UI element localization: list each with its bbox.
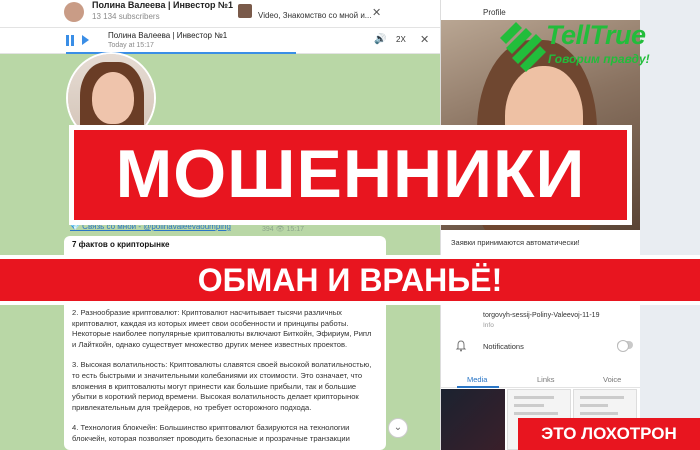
channel-header[interactable]: Полина Валеева | Инвестор №1 13 134 subs… (0, 0, 440, 28)
post-paragraph: 4. Технология блокчейн: Большинство крип… (72, 423, 350, 443)
media-thumbnail[interactable] (441, 389, 505, 450)
avatar[interactable] (64, 2, 84, 22)
message-time: 15:17 (286, 226, 305, 233)
telltrue-logo: TellTrue Говорим правду! (496, 18, 686, 74)
player-time: Today at 15:17 (108, 42, 154, 49)
view-count: 394 (262, 226, 274, 233)
fraud-corner-banner: ЭТО ЛОХОТРОН (518, 418, 700, 450)
pinned-video-text[interactable]: Video, Знакомство со мной и... (258, 11, 371, 20)
scam-banner: МОШЕННИКИ (69, 125, 632, 225)
channel-panel: Полина Валеева | Инвестор №1 13 134 subs… (0, 0, 440, 450)
close-player-icon[interactable]: ✕ (420, 33, 429, 46)
audio-player: Полина Валеева | Инвестор №1 Today at 15… (0, 28, 440, 54)
subscriber-count: 13 134 subscribers (92, 12, 160, 21)
lies-banner-text: ОБМАН И ВРАНЬЁ! (197, 262, 503, 298)
post-paragraph: 2. Разнообразие криптовалют: Криптовалют… (72, 308, 372, 349)
media-tabs: Media Links Voice (441, 372, 640, 388)
player-title: Полина Валеева | Инвестор №1 (108, 31, 228, 40)
scroll-down-button[interactable]: ⌄ (388, 418, 408, 438)
active-tab-indicator (457, 386, 499, 388)
post-title: 7 фактов о крипторынке (72, 240, 170, 249)
post-body: 2. Разнообразие криптовалют: Криптовалют… (72, 308, 372, 450)
notifications-toggle[interactable] (617, 340, 633, 352)
logo-mark-icon (500, 22, 546, 72)
fraud-corner-text: ЭТО ЛОХОТРОН (541, 424, 677, 443)
logo-name: TellTrue (546, 20, 646, 50)
volume-icon[interactable]: 🔊 (374, 34, 386, 45)
bell-icon (455, 340, 467, 352)
lies-banner: ОБМАН И ВРАНЬЁ! (0, 255, 700, 305)
speed-button[interactable]: 2X (396, 35, 406, 44)
scam-banner-text: МОШЕННИКИ (115, 136, 586, 212)
tab-links[interactable]: Links (537, 375, 555, 384)
pinned-video-thumbnail[interactable] (238, 4, 252, 18)
invite-link-label: Info (483, 322, 494, 329)
pause-icon[interactable] (66, 35, 74, 46)
channel-name: Полина Валеева | Инвестор №1 (92, 0, 234, 10)
eye-icon: 👁 (275, 226, 285, 233)
tab-media[interactable]: Media (467, 375, 487, 384)
message-meta: 394 👁 15:17 (262, 225, 304, 233)
tab-voice[interactable]: Voice (603, 375, 621, 384)
logo-slogan: Говорим правду! (548, 52, 650, 66)
notifications-label: Notifications (483, 342, 524, 351)
invite-link[interactable]: torgovyh-sessij-Poliny-Valeevoj-11-19 (483, 312, 599, 319)
profile-label: Profile (483, 8, 506, 17)
next-icon[interactable] (82, 35, 89, 45)
profile-note: Заявки принимаются автоматически! (451, 238, 580, 247)
close-icon[interactable]: ✕ (372, 6, 381, 19)
post-paragraph: 3. Высокая волатильность: Криптовалюты с… (72, 360, 372, 412)
